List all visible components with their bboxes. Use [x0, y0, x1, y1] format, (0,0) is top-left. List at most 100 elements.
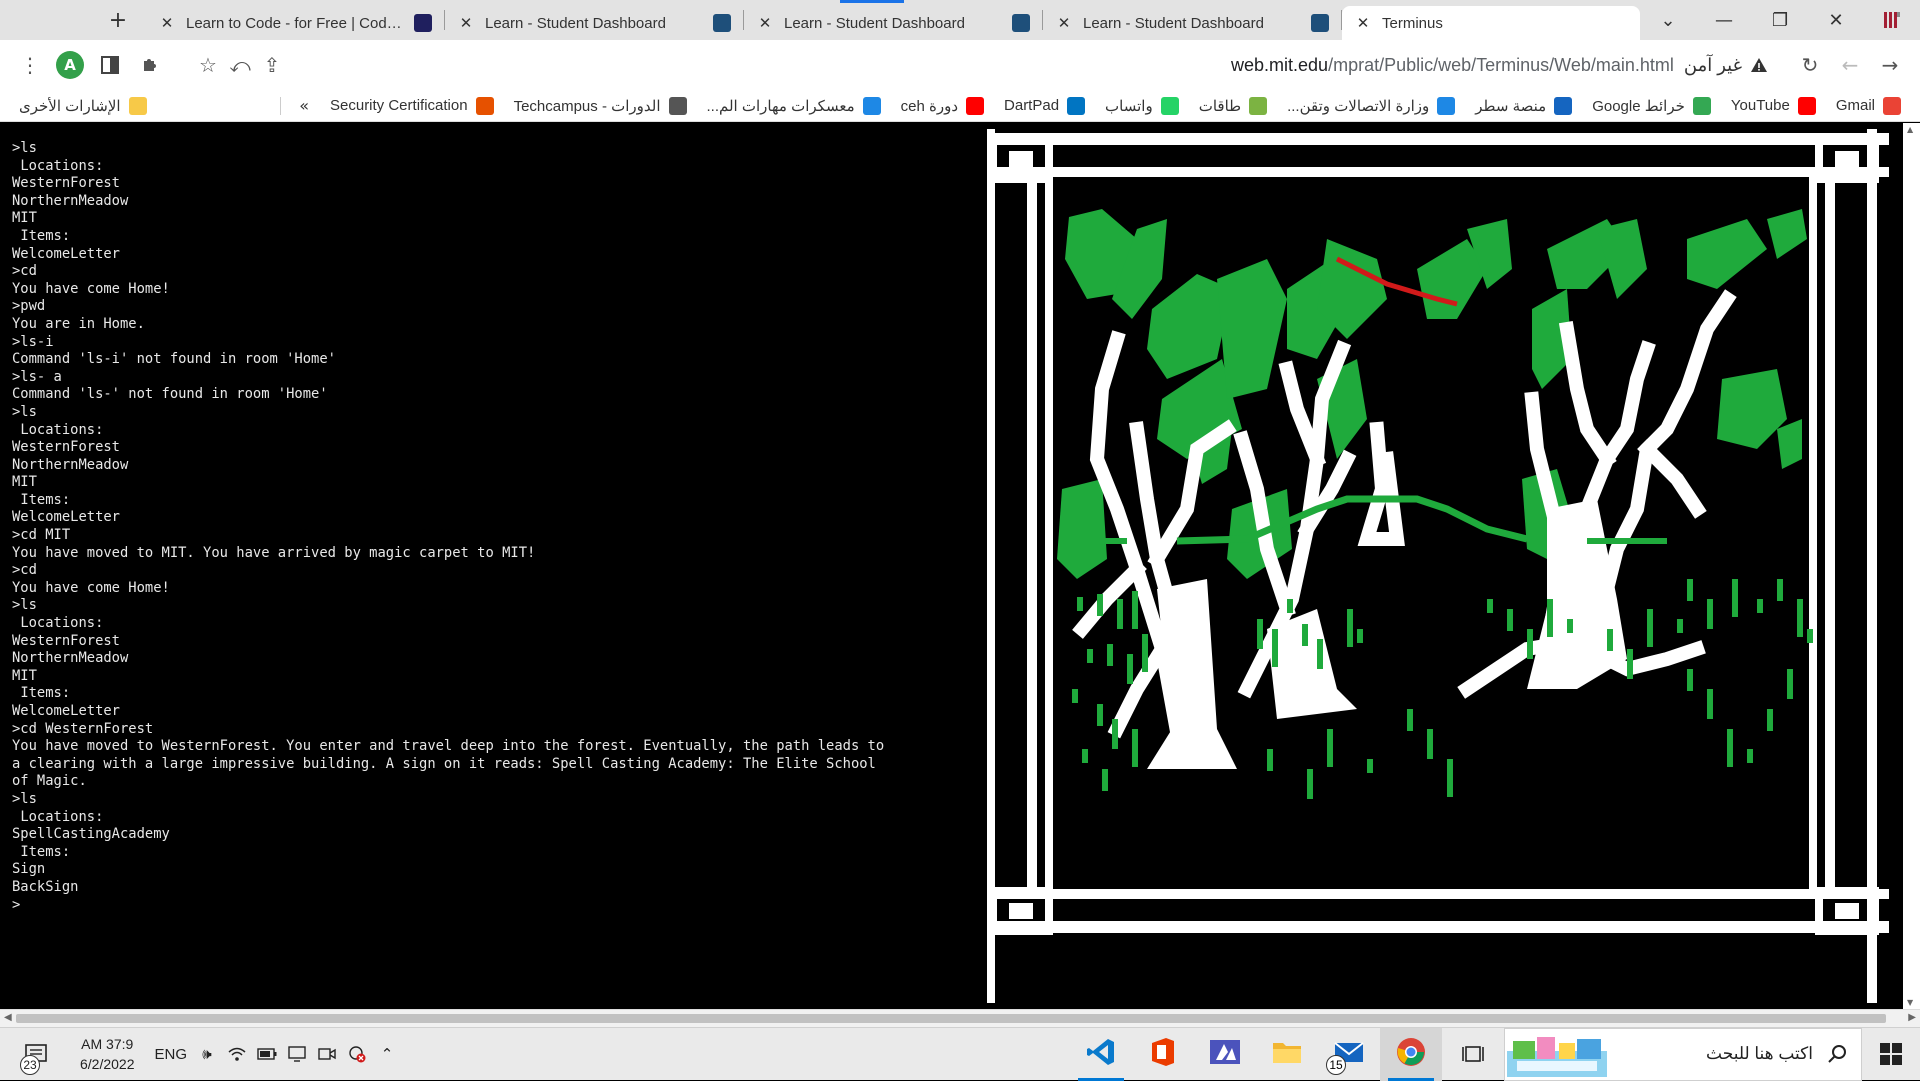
extensions-icon[interactable] — [130, 45, 170, 85]
windows-taskbar: اكتب هنا للبحث 15 23 AM 37:9 6/2/2022 EN… — [0, 1027, 1920, 1081]
terminal-line: Locations: — [12, 615, 104, 632]
browser-tab[interactable]: ✕ Learn to Code - for Free | Codeca — [146, 6, 444, 40]
menu-kebab-icon[interactable]: ⋮ — [10, 45, 50, 85]
profile-button[interactable]: A — [50, 45, 90, 85]
show-hidden-icons-chevron-up-icon[interactable]: ⌃ — [377, 1044, 397, 1064]
mit-app-icon[interactable] — [1864, 0, 1920, 40]
scroll-right-icon[interactable]: ▶ — [1908, 1012, 1916, 1023]
task-view-button[interactable] — [1442, 1028, 1504, 1081]
bookmark-label: الدورات - Techcampus — [513, 97, 661, 115]
display-icon[interactable] — [287, 1044, 307, 1064]
bookmark-item[interactable]: وزارة الاتصالات وتقن... — [1278, 92, 1464, 120]
terminal-line: >cd — [12, 263, 37, 280]
bookmark-item[interactable]: YouTube — [1722, 92, 1825, 120]
vscode-taskbar-button[interactable] — [1070, 1028, 1132, 1081]
bookmark-star-icon[interactable]: ☆ — [192, 45, 224, 85]
bookmark-label: YouTube — [1730, 97, 1790, 114]
other-bookmarks-folder[interactable]: الإشارات الأخرى — [10, 92, 156, 120]
azure-taskbar-button[interactable] — [1194, 1028, 1256, 1081]
grass-tuft — [1367, 759, 1373, 773]
terminal-line: Command 'ls-' not found in room 'Home' — [12, 386, 328, 403]
horizontal-scrollbar[interactable]: ◀ ▶ — [0, 1009, 1920, 1027]
windows-icon — [1880, 1043, 1902, 1065]
network-error-icon[interactable] — [347, 1044, 367, 1064]
youtube-icon — [1797, 96, 1816, 115]
horizontal-scroll-thumb[interactable] — [16, 1014, 1886, 1023]
tab-close-icon[interactable]: ✕ — [158, 14, 176, 32]
notification-center-button[interactable]: 23 — [12, 1028, 60, 1081]
address-bar[interactable]: غير آمن web.mit.edu/mprat/Public/web/Ter… — [180, 47, 1780, 83]
terminal-output[interactable]: >ls Locations: WesternForest NorthernMeado… — [12, 140, 987, 1000]
language-indicator[interactable]: ENG — [155, 1046, 188, 1063]
grass-tuft — [1547, 599, 1553, 637]
bookmark-label: وزارة الاتصالات وتقن... — [1287, 97, 1430, 115]
chrome-taskbar-button[interactable] — [1380, 1027, 1442, 1081]
mail-taskbar-button[interactable]: 15 — [1318, 1028, 1380, 1081]
terminal-line: WesternForest — [12, 632, 120, 649]
share-icon[interactable]: ⇪ — [256, 45, 288, 85]
clock-time: AM 37:9 — [81, 1036, 134, 1052]
bookmarks-overflow-button[interactable]: » — [289, 96, 319, 115]
forward-icon[interactable]: → — [1870, 45, 1910, 85]
bookmark-item[interactable]: معسكرات مهارات الم... — [698, 92, 890, 120]
grass-tuft — [1627, 649, 1633, 679]
grass-tuft — [1272, 629, 1278, 667]
bookmark-item[interactable]: DartPad — [995, 92, 1094, 120]
security-indicator[interactable]: غير آمن — [1684, 55, 1768, 76]
scroll-up-icon[interactable]: ▲ — [1907, 125, 1913, 134]
send-to-device-icon[interactable]: ⤺ — [224, 45, 256, 85]
folder-icon — [128, 96, 147, 115]
bookmark-label: DartPad — [1004, 97, 1060, 114]
back-icon[interactable]: ← — [1830, 45, 1870, 85]
tab-close-icon[interactable]: ✕ — [1055, 14, 1073, 32]
scroll-down-icon[interactable]: ▼ — [1907, 998, 1913, 1007]
tab-close-icon[interactable]: ✕ — [457, 14, 475, 32]
file-explorer-taskbar-button[interactable] — [1256, 1028, 1318, 1081]
grass-tuft — [1797, 599, 1803, 637]
reload-icon[interactable]: ↻ — [1790, 45, 1830, 85]
terminal-line: Sign — [12, 861, 46, 878]
terminal-line: WelcomeLetter — [12, 509, 120, 526]
start-button[interactable] — [1862, 1028, 1920, 1081]
terminal-line: WelcomeLetter — [12, 703, 120, 719]
browser-tab[interactable]: ✕ Learn - Student Dashboard — [445, 6, 743, 40]
volume-icon[interactable]: 🕪 — [197, 1044, 217, 1064]
tab-close-icon[interactable]: ✕ — [1354, 14, 1372, 32]
tab-search-button[interactable]: ⌄ — [1640, 0, 1696, 40]
window-restore-button[interactable]: ❐ — [1752, 0, 1808, 40]
scroll-left-icon[interactable]: ◀ — [4, 1012, 12, 1023]
battery-icon[interactable] — [257, 1044, 277, 1064]
bookmark-item[interactable]: Gmail — [1827, 92, 1910, 120]
bookmarks-separator — [280, 96, 282, 115]
frame-corner-core — [1835, 151, 1859, 167]
browser-tab[interactable]: ✕ Learn - Student Dashboard — [1043, 6, 1341, 40]
bookmark-label: طاقات — [1198, 97, 1242, 115]
bookmark-item[interactable]: منصة سطر — [1466, 92, 1581, 120]
meet-now-icon[interactable] — [317, 1044, 337, 1064]
browser-tab[interactable]: ✕ Learn - Student Dashboard — [744, 6, 1042, 40]
new-tab-button[interactable]: + — [90, 0, 146, 40]
clock[interactable]: AM 37:9 6/2/2022 — [70, 1034, 145, 1074]
bookmark-item[interactable]: خرائط Google — [1583, 92, 1720, 120]
bookmark-item[interactable]: Security Certification — [321, 92, 503, 120]
bookmark-item[interactable]: دورة ceh — [892, 92, 993, 120]
vertical-scrollbar[interactable]: ▲ ▼ — [1903, 123, 1920, 1009]
office-taskbar-button[interactable] — [1132, 1028, 1194, 1081]
browser-tab[interactable]: ✕ Terminus — [1342, 6, 1640, 40]
tab-close-icon[interactable]: ✕ — [756, 14, 774, 32]
grass-tuft — [1267, 749, 1273, 771]
bookmark-item[interactable]: الدورات - Techcampus — [505, 92, 696, 120]
side-panel-icon[interactable] — [90, 45, 130, 85]
gmail-icon — [1883, 96, 1901, 115]
window-close-button[interactable]: ✕ — [1808, 0, 1864, 40]
wifi-icon[interactable] — [227, 1044, 247, 1064]
bookmark-item[interactable]: طاقات — [1190, 92, 1276, 120]
bookmark-item[interactable]: واتساب — [1096, 92, 1188, 120]
grass-tuft — [1407, 709, 1413, 731]
terminal-line: >ls — [12, 403, 37, 420]
terminal-line: You have moved to WesternForest. You ent… — [12, 738, 885, 755]
taqat-icon — [1249, 96, 1268, 115]
window-minimize-button[interactable]: — — [1696, 0, 1752, 40]
url-path: /mprat/Public/web/Terminus/Web/main.html — [1328, 54, 1674, 75]
taskbar-search[interactable]: اكتب هنا للبحث — [1504, 1027, 1862, 1081]
